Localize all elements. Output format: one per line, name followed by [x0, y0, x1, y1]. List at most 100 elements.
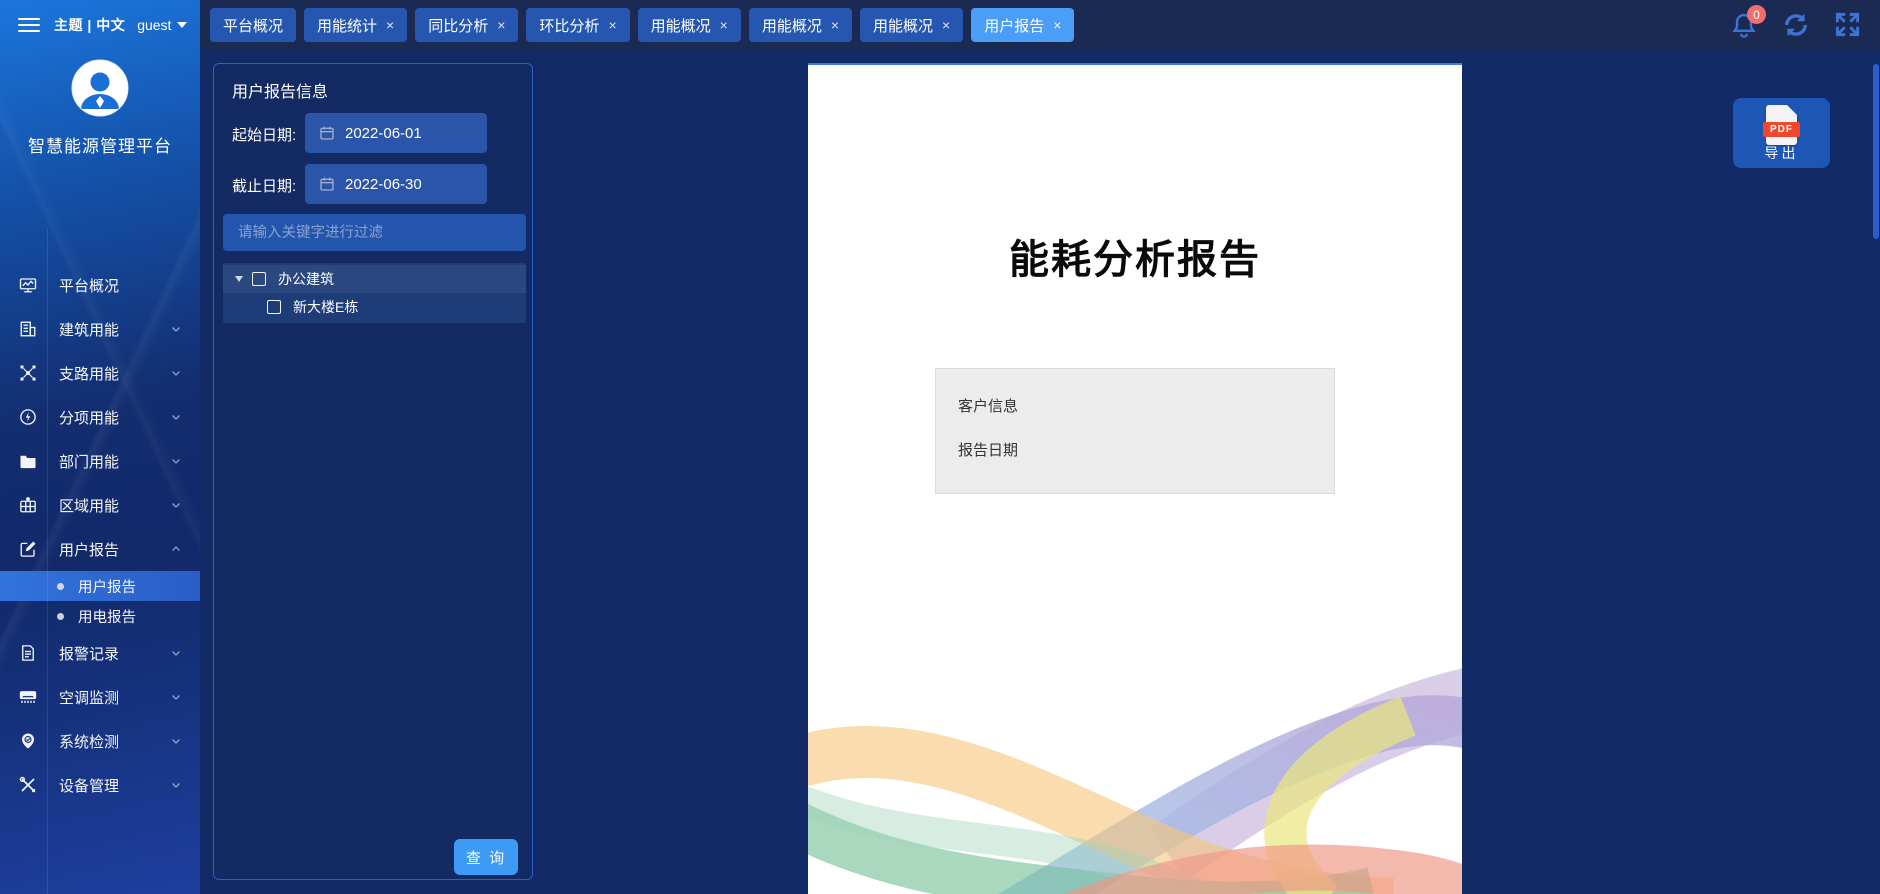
chevron-down-icon — [170, 647, 182, 659]
keyword-filter-input[interactable] — [223, 214, 526, 251]
user-menu[interactable]: guest — [137, 17, 187, 33]
sidebar-item-label: 平台概况 — [59, 275, 119, 296]
chevron-down-icon — [170, 779, 182, 791]
tab-platform-overview[interactable]: 平台概况 — [210, 8, 296, 42]
sidebar-item-label: 建筑用能 — [59, 319, 119, 340]
tab-label: 用户报告 — [984, 15, 1044, 36]
sidebar-item-ac-monitor[interactable]: 空调监测 — [0, 675, 200, 719]
notification-badge: 0 — [1747, 5, 1766, 24]
tab-close-icon[interactable]: × — [608, 17, 616, 33]
tree-node-office-building[interactable]: 办公建筑 — [223, 265, 526, 293]
branch-hub-icon — [19, 364, 37, 382]
fullscreen-button[interactable] — [1834, 11, 1862, 39]
sidebar-item-label: 系统检测 — [59, 731, 119, 752]
sidebar-subitem-electricity-report[interactable]: 用电报告 — [0, 601, 200, 631]
refresh-button[interactable] — [1782, 11, 1810, 39]
avatar-icon — [71, 59, 129, 117]
start-date-picker[interactable]: 2022-06-01 — [305, 113, 487, 153]
alarm-record-icon — [19, 644, 37, 662]
tab-label: 平台概况 — [223, 15, 283, 36]
tab-close-icon[interactable]: × — [1053, 17, 1061, 33]
notification-bell-button[interactable]: 0 — [1730, 11, 1758, 39]
decorative-waves — [808, 664, 1462, 894]
chevron-down-icon — [170, 367, 182, 379]
export-button-label: 导出 — [1733, 143, 1830, 163]
report-filter-panel: 用户报告信息 起始日期: 2022-06-01 截止日期: 2022-06-30… — [213, 63, 533, 880]
calendar-icon — [319, 176, 335, 192]
tab-bar: 平台概况 用能统计 × 同比分析 × 环比分析 × 用能概况 × 用能概况 × … — [210, 8, 1074, 42]
tab-label: 用能统计 — [317, 15, 377, 36]
tab-label: 同比分析 — [428, 15, 488, 36]
sidebar-item-subitem-energy[interactable]: 分项用能 — [0, 395, 200, 439]
vertical-scrollbar[interactable] — [1873, 64, 1879, 239]
tab-label: 用能概况 — [762, 15, 822, 36]
end-date-picker[interactable]: 2022-06-30 — [305, 164, 487, 204]
tab-close-icon[interactable]: × — [720, 17, 728, 33]
sidebar-item-system-check[interactable]: 系统检测 — [0, 719, 200, 763]
sidebar-item-user-report[interactable]: 用户报告 — [0, 527, 200, 571]
tree-node-new-building-e[interactable]: 新大楼E栋 — [223, 293, 526, 321]
refresh-icon — [1782, 11, 1810, 39]
tab-energy-overview-1[interactable]: 用能概况 × — [638, 8, 741, 42]
report-date-label: 报告日期 — [958, 439, 1018, 460]
start-date-label: 起始日期: — [232, 124, 296, 145]
sidebar-item-label: 区域用能 — [59, 495, 119, 516]
chevron-down-icon — [170, 499, 182, 511]
checkbox[interactable] — [267, 300, 281, 314]
report-page: 能耗分析报告 客户信息 报告日期 — [808, 63, 1462, 894]
tab-user-report[interactable]: 用户报告 × — [971, 8, 1074, 42]
tab-close-icon[interactable]: × — [497, 17, 505, 33]
sidebar-item-department-energy[interactable]: 部门用能 — [0, 439, 200, 483]
sidebar-item-building-energy[interactable]: 建筑用能 — [0, 307, 200, 351]
sidebar-item-label: 报警记录 — [59, 643, 119, 664]
ac-monitor-icon — [19, 688, 37, 706]
sidebar-item-device-management[interactable]: 设备管理 — [0, 763, 200, 807]
fullscreen-icon — [1834, 11, 1861, 38]
device-manage-icon — [19, 776, 37, 794]
query-button[interactable]: 查 询 — [454, 839, 518, 875]
sidebar-item-alarm-records[interactable]: 报警记录 — [0, 631, 200, 675]
end-date-label: 截止日期: — [232, 175, 296, 196]
hamburger-menu-icon[interactable] — [18, 14, 40, 36]
theme-language-label[interactable]: 主题 | 中文 — [54, 15, 125, 35]
tab-close-icon[interactable]: × — [942, 17, 950, 33]
chevron-down-icon — [170, 323, 182, 335]
tab-mom-analysis[interactable]: 环比分析 × — [526, 8, 629, 42]
sidebar-subitem-user-report[interactable]: 用户报告 — [0, 571, 200, 601]
sidebar-item-region-energy[interactable]: 区域用能 — [0, 483, 200, 527]
energy-gauge-icon — [19, 408, 37, 426]
export-pdf-button[interactable]: PDF 导出 — [1733, 98, 1830, 168]
tab-close-icon[interactable]: × — [386, 17, 394, 33]
sidebar-subitem-label: 用电报告 — [78, 606, 136, 627]
topbar-icons: 0 — [1730, 0, 1862, 50]
tab-energy-overview-2[interactable]: 用能概况 × — [749, 8, 852, 42]
report-edit-icon — [19, 540, 37, 558]
app-logo-avatar — [71, 59, 129, 117]
tab-label: 用能概况 — [873, 15, 933, 36]
bullet-dot-icon — [57, 613, 64, 620]
region-map-icon — [19, 496, 37, 514]
caret-down-icon — [177, 22, 187, 28]
tree-node-label: 办公建筑 — [278, 269, 334, 289]
tree-expand-caret-icon[interactable] — [235, 276, 243, 282]
chevron-down-icon — [170, 735, 182, 747]
sidebar-item-label: 用户报告 — [59, 539, 119, 560]
pdf-ribbon-label: PDF — [1763, 122, 1800, 137]
sidebar-item-label: 分项用能 — [59, 407, 119, 428]
building-icon — [19, 320, 37, 338]
sidebar-item-platform-overview[interactable]: 平台概况 — [0, 263, 200, 307]
tab-label: 环比分析 — [539, 15, 599, 36]
building-tree: 办公建筑 新大楼E栋 — [223, 263, 526, 323]
tab-energy-overview-3[interactable]: 用能概况 × — [860, 8, 963, 42]
sidebar: 主题 | 中文 guest 智慧能源管理平台 平台概况 建筑用能 — [0, 0, 200, 894]
sidebar-item-branch-energy[interactable]: 支路用能 — [0, 351, 200, 395]
tab-energy-statistics[interactable]: 用能统计 × — [304, 8, 407, 42]
tab-close-icon[interactable]: × — [831, 17, 839, 33]
tab-yoy-analysis[interactable]: 同比分析 × — [415, 8, 518, 42]
start-date-value: 2022-06-01 — [345, 125, 422, 142]
chevron-down-icon — [170, 691, 182, 703]
calendar-icon — [319, 125, 335, 141]
sidebar-top-row: 主题 | 中文 guest — [0, 0, 200, 50]
checkbox[interactable] — [252, 272, 266, 286]
tab-label: 用能概况 — [651, 15, 711, 36]
